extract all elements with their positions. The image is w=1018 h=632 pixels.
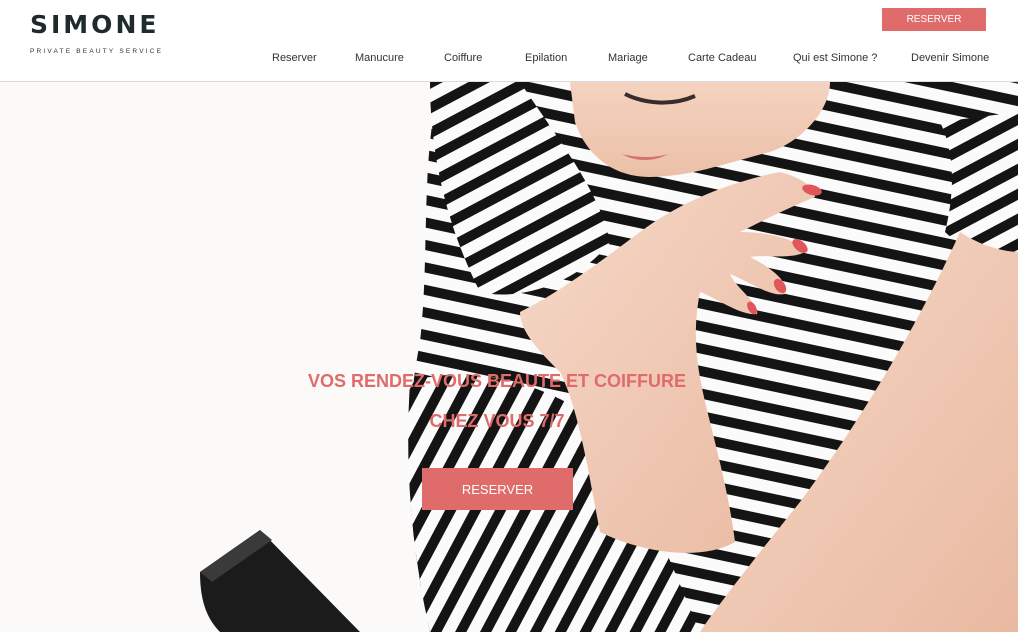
site-header: SIMONE PRIVATE BEAUTY SERVICE RESERVER R… — [0, 0, 1018, 82]
nav-item-carte-cadeau[interactable]: Carte Cadeau — [688, 52, 757, 64]
nav-item-mariage[interactable]: Mariage — [608, 52, 648, 64]
main-nav: Reserver Manucure Coiffure Epilation Mar… — [0, 52, 1018, 70]
nav-item-qui-est-simone[interactable]: Qui est Simone ? — [793, 52, 877, 64]
brand-logo[interactable]: SIMONE PRIVATE BEAUTY SERVICE — [30, 10, 161, 55]
nav-item-coiffure[interactable]: Coiffure — [444, 52, 482, 64]
nav-item-devenir-simone[interactable]: Devenir Simone — [911, 52, 989, 64]
nav-item-manucure[interactable]: Manucure — [355, 52, 404, 64]
hero-reserve-button[interactable]: RESERVER — [422, 468, 573, 510]
nav-item-reserver[interactable]: Reserver — [272, 52, 317, 64]
hero-section: VOS RENDEZ-VOUS BEAUTE ET COIFFURE CHEZ … — [0, 82, 1018, 632]
header-reserve-button[interactable]: RESERVER — [882, 8, 986, 31]
hero-headline-line2: CHEZ VOUS 7/7 — [429, 411, 565, 431]
nav-item-epilation[interactable]: Epilation — [525, 52, 567, 64]
logo-name: SIMONE — [30, 10, 160, 39]
hero-photo — [0, 82, 1018, 632]
hero-headline-line1: VOS RENDEZ-VOUS BEAUTE ET COIFFURE — [307, 371, 687, 391]
